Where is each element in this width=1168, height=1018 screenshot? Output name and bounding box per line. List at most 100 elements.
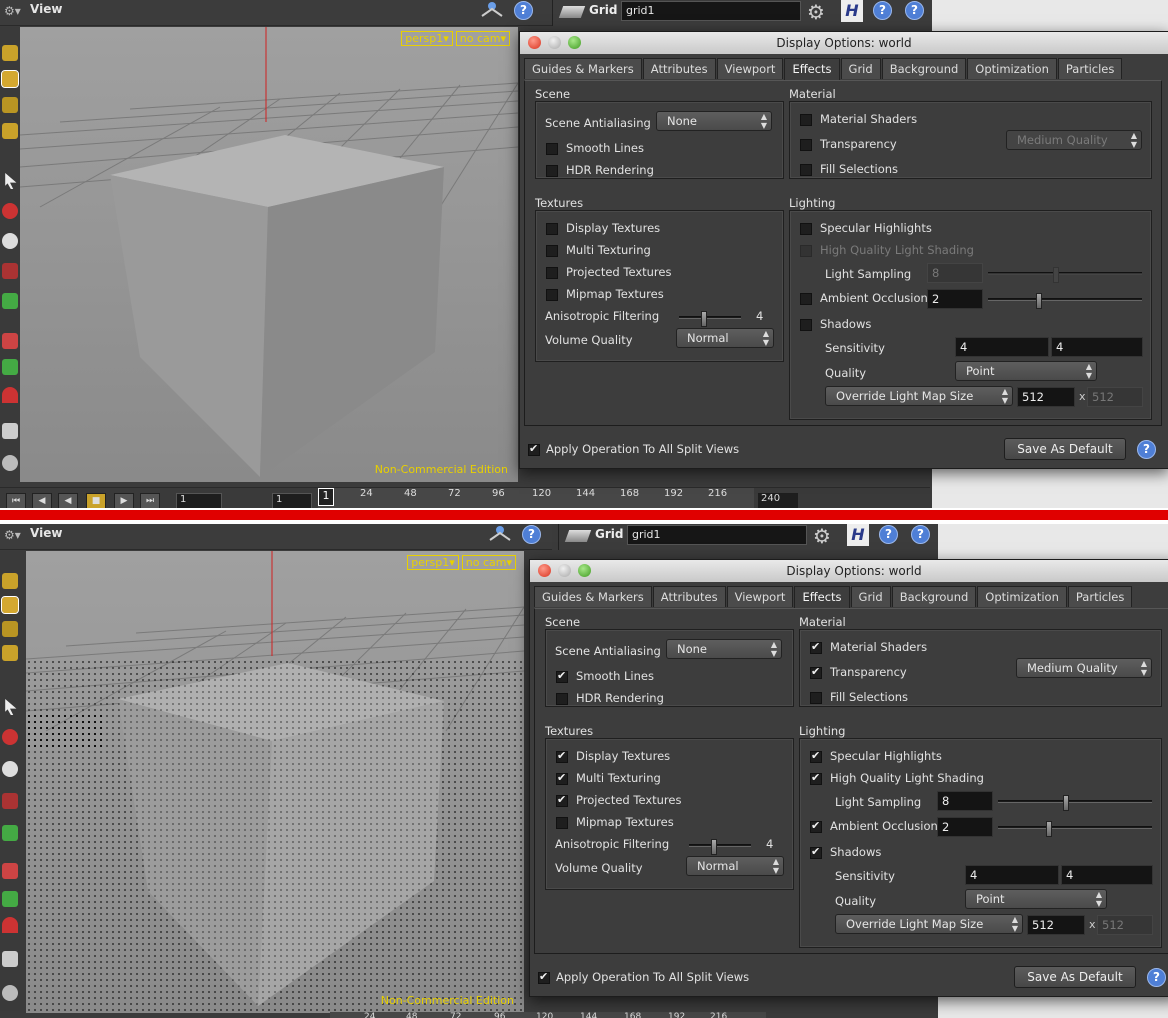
slider-knob[interactable] [700, 311, 707, 327]
tab-background[interactable]: Background [881, 58, 967, 79]
timeline-ruler[interactable]: 1 24 48 72 96 120 144 168 192 216 [318, 488, 754, 510]
viewer-help-icon[interactable]: ? [514, 1, 533, 20]
apply-all-checkbox[interactable] [528, 442, 540, 456]
tab-particles[interactable]: Particles [1067, 586, 1133, 607]
transform-tool-icon[interactable] [1, 596, 19, 614]
map-width-field[interactable]: 512 [1027, 915, 1085, 935]
pane-menu-icon[interactable]: ⚙▾ [4, 4, 26, 20]
camera-tool-icon[interactable] [2, 333, 18, 349]
sphere-tool-icon[interactable] [2, 761, 18, 777]
hq-light-checkbox[interactable] [800, 245, 812, 257]
range-start-field[interactable]: 1 [272, 493, 312, 509]
snap-tool-icon[interactable] [480, 0, 504, 22]
transform-tool-icon[interactable] [1, 70, 19, 88]
node-help-icon[interactable]: ? [879, 525, 898, 544]
smooth-lines-checkbox[interactable] [556, 669, 568, 683]
stop-button[interactable]: ■ [86, 493, 106, 509]
pose-tool-icon[interactable] [2, 621, 18, 637]
axis-tool-icon[interactable] [2, 293, 18, 309]
quality-select[interactable]: Point ▲ ▼ [955, 361, 1097, 381]
close-window-button[interactable] [528, 36, 541, 49]
tab-effects[interactable]: Effects [784, 58, 840, 80]
slider-knob[interactable] [1062, 795, 1069, 811]
projected-textures-checkbox[interactable] [556, 793, 568, 807]
minimize-window-button[interactable] [548, 36, 561, 49]
dialog-help-icon[interactable]: ? [1137, 440, 1156, 459]
tab-optimization[interactable]: Optimization [977, 586, 1067, 607]
sphere-tool-icon[interactable] [2, 233, 18, 249]
material-shaders-checkbox[interactable] [800, 114, 812, 126]
ambient-slider[interactable] [988, 293, 1142, 309]
viewport-3d[interactable]: persp1▾ no cam▾ Non-Commercial Edition [20, 27, 518, 482]
play-button[interactable]: ▶ [114, 493, 134, 509]
arrow-tool-icon[interactable] [5, 699, 17, 715]
tab-attributes[interactable]: Attributes [652, 586, 726, 607]
hdr-checkbox[interactable] [546, 165, 558, 177]
ambient-field[interactable]: 2 [927, 289, 983, 309]
minimize-window-button[interactable] [558, 564, 571, 577]
ambient-checkbox[interactable] [800, 293, 812, 305]
light-sampling-slider[interactable] [998, 795, 1152, 811]
ambient-slider[interactable] [998, 821, 1152, 837]
shadows-checkbox[interactable] [810, 845, 822, 859]
grid-tool-icon[interactable] [2, 891, 18, 907]
view-tool-icon[interactable] [2, 203, 18, 219]
hq-light-checkbox[interactable] [810, 771, 822, 785]
ambient-checkbox[interactable] [810, 819, 822, 833]
zoom-window-button[interactable] [578, 564, 591, 577]
pane-menu-icon[interactable]: ⚙▾ [4, 528, 26, 544]
tab-optimization[interactable]: Optimization [967, 58, 1057, 79]
axis-tool-icon[interactable] [2, 825, 18, 841]
scene-aa-select[interactable]: None ▲ ▼ [666, 639, 782, 659]
quality-select[interactable]: Point ▲ ▼ [965, 889, 1107, 909]
save-as-default-button[interactable]: Save As Default [1004, 438, 1126, 460]
map-width-field[interactable]: 512 [1017, 387, 1075, 407]
override-select[interactable]: Override Light Map Size ▲ ▼ [835, 914, 1023, 934]
layers-tool-icon[interactable] [2, 423, 18, 439]
specular-checkbox[interactable] [810, 749, 822, 763]
disk-tool-icon[interactable] [2, 985, 18, 1001]
timeline-ruler[interactable]: 24 48 72 96 120 144 168 192 216 [330, 1012, 766, 1018]
display-textures-checkbox[interactable] [546, 223, 558, 235]
sensitivity-b-field[interactable]: 4 [1051, 337, 1143, 357]
ambient-field[interactable]: 2 [937, 817, 993, 837]
rotate-tool-icon[interactable] [2, 263, 18, 279]
multi-texturing-checkbox[interactable] [556, 771, 568, 785]
gear-icon[interactable]: ⚙ [807, 0, 825, 24]
camera-menu[interactable]: persp1▾ [407, 555, 459, 570]
reverse-play-button[interactable]: ◀ [58, 493, 78, 509]
tab-background[interactable]: Background [891, 586, 977, 607]
light-sampling-field[interactable]: 8 [937, 791, 993, 811]
node-name-field[interactable]: grid1 [621, 1, 801, 21]
node-info-icon[interactable]: ? [911, 525, 930, 544]
close-window-button[interactable] [538, 564, 551, 577]
snap-tool-icon[interactable] [488, 524, 512, 546]
node-help-icon[interactable]: ? [873, 1, 892, 20]
node-info-icon[interactable]: ? [905, 1, 924, 20]
grid-tool-icon[interactable] [2, 359, 18, 375]
rotate-tool-icon[interactable] [2, 793, 18, 809]
handle-tool-icon[interactable] [2, 123, 18, 139]
volume-quality-select[interactable]: Normal ▲ ▼ [686, 856, 784, 876]
transparency-quality-select[interactable]: Medium Quality ▲ ▼ [1016, 658, 1152, 678]
select-tool-icon[interactable] [2, 573, 18, 589]
scene-aa-select[interactable]: None ▲ ▼ [656, 111, 772, 131]
multi-texturing-checkbox[interactable] [546, 245, 558, 257]
tab-grid[interactable]: Grid [840, 58, 881, 79]
magnet-tool-icon[interactable] [2, 917, 18, 933]
view-tool-icon[interactable] [2, 729, 18, 745]
tab-viewport[interactable]: Viewport [726, 586, 794, 607]
fill-selections-checkbox[interactable] [800, 164, 812, 176]
camera-tool-icon[interactable] [2, 863, 18, 879]
transparency-checkbox[interactable] [810, 665, 822, 679]
transparency-checkbox[interactable] [800, 139, 812, 151]
save-as-default-button[interactable]: Save As Default [1014, 966, 1136, 988]
node-name-field[interactable]: grid1 [627, 525, 807, 545]
prev-key-button[interactable]: ◀ [32, 493, 52, 509]
tab-grid[interactable]: Grid [850, 586, 891, 607]
tab-viewport[interactable]: Viewport [716, 58, 784, 79]
select-tool-icon[interactable] [2, 45, 18, 61]
gear-icon[interactable]: ⚙ [813, 524, 831, 548]
shadows-checkbox[interactable] [800, 319, 812, 331]
arrow-tool-icon[interactable] [5, 173, 17, 189]
